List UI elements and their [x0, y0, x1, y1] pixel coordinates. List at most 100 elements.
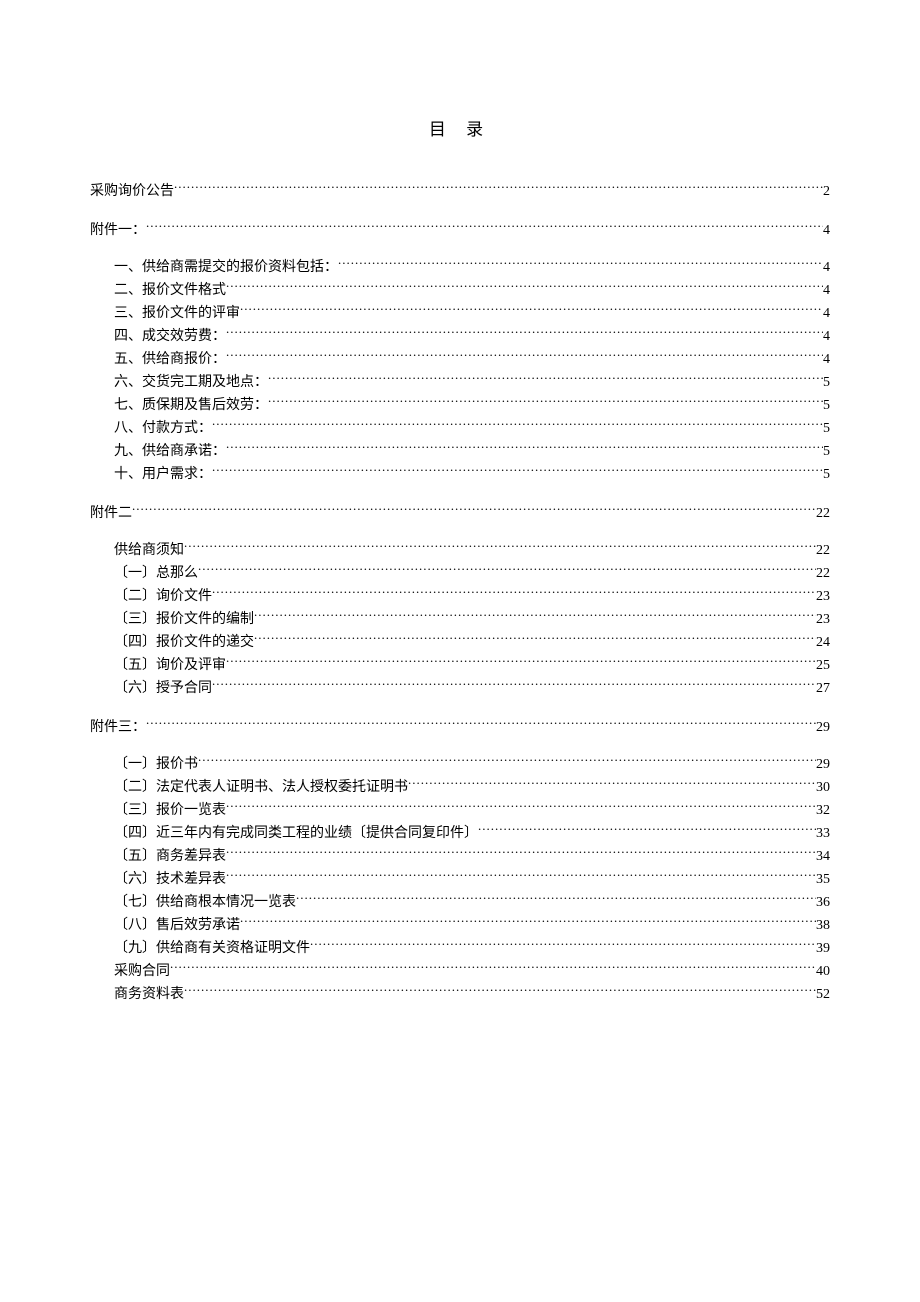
- toc-entry-label: 〔二〕询价文件: [114, 585, 212, 608]
- toc-entry[interactable]: 四、成交效劳费： 4: [90, 325, 830, 348]
- toc-entry[interactable]: 一、供给商需提交的报价资料包括：4: [90, 256, 830, 279]
- toc-entry-label: 商务资料表: [114, 983, 184, 1006]
- toc-entry-label: 〔七〕供给商根本情况一览表: [114, 891, 296, 914]
- toc-dot-leader: [240, 303, 823, 317]
- toc-entry-label: 十、用户需求：: [114, 463, 212, 486]
- toc-dot-leader: [226, 326, 823, 340]
- toc-entry[interactable]: 〔二〕法定代表人证明书、法人授权委托证明书30: [90, 776, 830, 799]
- toc-entry[interactable]: 采购询价公告 2: [90, 180, 830, 203]
- toc-entry[interactable]: 〔三〕报价一览表32: [90, 799, 830, 822]
- toc-entry[interactable]: 六、交货完工期及地点： 5: [90, 371, 830, 394]
- toc-entry-page: 34: [816, 845, 830, 868]
- toc-entry[interactable]: 〔七〕供给商根本情况一览表 36: [90, 891, 830, 914]
- toc-entry-page: 22: [816, 562, 830, 585]
- toc-dot-leader: [226, 280, 823, 294]
- toc-entry[interactable]: 九、供给商承诺：5: [90, 440, 830, 463]
- toc-entry-label: 六、交货完工期及地点：: [114, 371, 268, 394]
- toc-dot-leader: [146, 220, 823, 234]
- toc-entry[interactable]: 采购合同40: [90, 960, 830, 983]
- toc-entry-page: 27: [816, 677, 830, 700]
- toc-entry[interactable]: 〔四〕报价文件的递交24: [90, 631, 830, 654]
- toc-entry-label: 附件二: [90, 502, 132, 525]
- toc-entry-page: 4: [823, 219, 830, 242]
- toc-entry-page: 2: [823, 180, 830, 203]
- toc-entry[interactable]: 〔六〕技术差异表35: [90, 868, 830, 891]
- toc-entry-page: 5: [823, 394, 830, 417]
- toc-entry-label: 〔六〕授予合同: [114, 677, 212, 700]
- toc-dot-leader: [212, 678, 816, 692]
- toc-entry[interactable]: 八、付款方式：5: [90, 417, 830, 440]
- toc-entry[interactable]: 〔八〕售后效劳承诺38: [90, 914, 830, 937]
- toc-entry-label: 〔四〕近三年内有完成同类工程的业绩〔提供合同复印件〕: [114, 822, 478, 845]
- toc-entry[interactable]: 十、用户需求：5: [90, 463, 830, 486]
- toc-entry-label: 〔八〕售后效劳承诺: [114, 914, 240, 937]
- toc-dot-leader: [338, 257, 823, 271]
- toc-entry[interactable]: 二、报价文件格式4: [90, 279, 830, 302]
- toc-dot-leader: [198, 563, 816, 577]
- toc-entry[interactable]: 〔五〕询价及评审25: [90, 654, 830, 677]
- toc-dot-leader: [132, 503, 816, 517]
- toc-dot-leader: [226, 349, 823, 363]
- toc-dot-leader: [226, 846, 816, 860]
- toc-entry[interactable]: 三、报价文件的评审 4: [90, 302, 830, 325]
- toc-dot-leader: [478, 823, 816, 837]
- toc-entry[interactable]: 供给商须知22: [90, 539, 830, 562]
- toc-entry[interactable]: 附件二 22: [90, 502, 830, 525]
- toc-dot-leader: [310, 938, 816, 952]
- toc-entry[interactable]: 〔六〕授予合同 27: [90, 677, 830, 700]
- toc-entry-label: 三、报价文件的评审: [114, 302, 240, 325]
- toc-entry[interactable]: 〔四〕近三年内有完成同类工程的业绩〔提供合同复印件〕33: [90, 822, 830, 845]
- toc-entry[interactable]: 五、供给商报价：4: [90, 348, 830, 371]
- toc-dot-leader: [240, 915, 816, 929]
- toc-entry-page: 23: [816, 608, 830, 631]
- toc-dot-leader: [408, 777, 816, 791]
- toc-dot-leader: [184, 540, 816, 554]
- toc-entry-page: 29: [816, 753, 830, 776]
- toc-entry[interactable]: 〔五〕商务差异表 34: [90, 845, 830, 868]
- toc-entry-page: 5: [823, 417, 830, 440]
- toc-entry-page: 52: [816, 983, 830, 1006]
- toc-dot-leader: [170, 961, 816, 975]
- toc-dot-leader: [226, 655, 816, 669]
- toc-entry-page: 4: [823, 325, 830, 348]
- toc-entry-page: 40: [816, 960, 830, 983]
- toc-entry-label: 四、成交效劳费：: [114, 325, 226, 348]
- toc-dot-leader: [146, 717, 816, 731]
- toc-entry-page: 32: [816, 799, 830, 822]
- toc-entry[interactable]: 〔一〕总那么 22: [90, 562, 830, 585]
- toc-entry-page: 5: [823, 371, 830, 394]
- toc-dot-leader: [184, 984, 816, 998]
- toc-entry-label: 〔一〕总那么: [114, 562, 198, 585]
- toc-entry-label: 五、供给商报价：: [114, 348, 226, 371]
- toc-dot-leader: [296, 892, 816, 906]
- toc-entry[interactable]: 〔二〕询价文件23: [90, 585, 830, 608]
- toc-entry[interactable]: 附件三：29: [90, 716, 830, 739]
- toc-dot-leader: [254, 609, 816, 623]
- toc-dot-leader: [174, 181, 823, 195]
- toc-dot-leader: [212, 464, 823, 478]
- toc-container: 采购询价公告2附件一：4一、供给商需提交的报价资料包括：4二、报价文件格式4三、…: [90, 180, 830, 1006]
- toc-entry[interactable]: 附件一：4: [90, 219, 830, 242]
- toc-entry[interactable]: 〔一〕报价书29: [90, 753, 830, 776]
- toc-entry[interactable]: 商务资料表 52: [90, 983, 830, 1006]
- toc-entry-page: 30: [816, 776, 830, 799]
- toc-entry-page: 22: [816, 502, 830, 525]
- toc-entry-label: 〔五〕商务差异表: [114, 845, 226, 868]
- toc-entry-page: 36: [816, 891, 830, 914]
- toc-dot-leader: [226, 800, 816, 814]
- toc-entry-label: 一、供给商需提交的报价资料包括：: [114, 256, 338, 279]
- toc-entry[interactable]: 〔九〕供给商有关资格证明文件39: [90, 937, 830, 960]
- toc-entry[interactable]: 七、质保期及售后效劳：5: [90, 394, 830, 417]
- toc-entry-label: 〔四〕报价文件的递交: [114, 631, 254, 654]
- toc-entry-label: 〔九〕供给商有关资格证明文件: [114, 937, 310, 960]
- toc-entry-label: 采购询价公告: [90, 180, 174, 203]
- toc-dot-leader: [268, 372, 823, 386]
- toc-entry-label: 二、报价文件格式: [114, 279, 226, 302]
- toc-title: 目 录: [90, 115, 830, 140]
- toc-entry-label: 九、供给商承诺：: [114, 440, 226, 463]
- toc-entry-page: 22: [816, 539, 830, 562]
- toc-entry-page: 4: [823, 302, 830, 325]
- toc-entry-label: 〔五〕询价及评审: [114, 654, 226, 677]
- toc-entry-page: 35: [816, 868, 830, 891]
- toc-entry[interactable]: 〔三〕报价文件的编制23: [90, 608, 830, 631]
